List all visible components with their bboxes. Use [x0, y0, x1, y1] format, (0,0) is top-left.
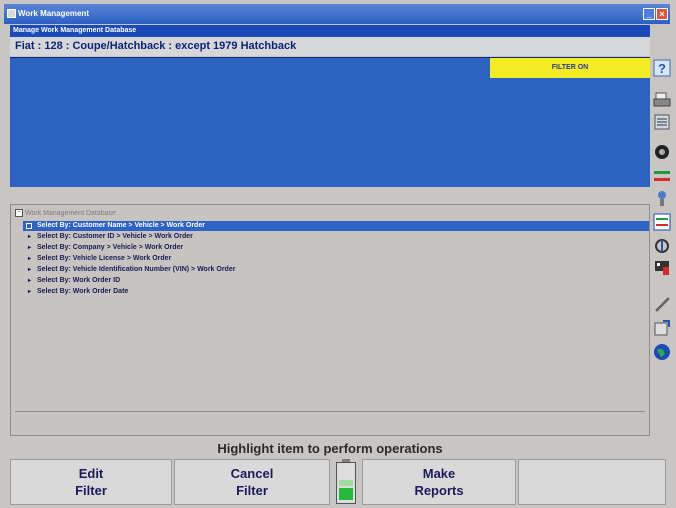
bullet-icon: ▸ [28, 245, 32, 251]
tree-item-vin[interactable]: ▸ Select By: Vehicle Identification Numb… [23, 265, 649, 275]
right-toolbar: ? [653, 57, 673, 369]
tools-icon[interactable] [653, 295, 671, 313]
tree-item-label: Select By: Customer Name > Vehicle > Wor… [37, 222, 205, 229]
help-icon[interactable]: ? [653, 59, 671, 77]
tree-item-label: Select By: Vehicle Identification Number… [37, 266, 236, 273]
svg-text:?: ? [658, 61, 666, 76]
title-bar: Work Management _ × [4, 4, 670, 24]
caster-icon[interactable] [653, 213, 671, 231]
tree-item-customer-id[interactable]: ▸ Select By: Customer ID > Vehicle > Wor… [23, 232, 649, 242]
tree-root[interactable]: − Work Management Database [15, 209, 116, 218]
status-prompt: Highlight item to perform operations [217, 441, 443, 456]
info-panel: FILTER ON [10, 57, 650, 187]
bullet-icon: ▸ [28, 289, 32, 295]
minimize-icon[interactable]: _ [643, 8, 655, 20]
tree-item-customer-name[interactable]: Select By: Customer Name > Vehicle > Wor… [23, 221, 649, 231]
tree-item-label: Select By: Customer ID > Vehicle > Work … [37, 233, 193, 240]
screen-subtitle: Manage Work Management Database [10, 25, 650, 37]
vehicle-spec-icon[interactable] [653, 113, 671, 131]
battery-icon [332, 459, 360, 505]
cancel-filter-button[interactable]: Cancel Filter [174, 459, 330, 505]
printer-icon[interactable] [653, 91, 671, 109]
tree-item-work-order-id[interactable]: ▸ Select By: Work Order ID [23, 276, 649, 286]
flag-icon[interactable] [653, 259, 671, 277]
edit-filter-label: Edit Filter [75, 466, 107, 498]
bullet-icon: ▸ [28, 278, 32, 284]
database-tree: − Work Management Database Select By: Cus… [10, 204, 650, 436]
empty-softkey[interactable] [518, 459, 666, 505]
collapse-icon[interactable]: − [15, 209, 23, 218]
divider [15, 411, 645, 412]
selection-icon [26, 223, 32, 229]
tree-item-label: Select By: Company > Vehicle > Work Orde… [37, 244, 184, 251]
alignment-icon[interactable] [653, 167, 671, 185]
app-icon [7, 9, 16, 18]
tree-item-label: Select By: Work Order Date [37, 288, 129, 295]
vehicle-spec-title: Fiat : 128 : Coupe/Hatchback : except 19… [10, 37, 650, 56]
tree-item-label: Select By: Work Order ID [37, 277, 121, 284]
softkey-bar: Edit Filter Cancel Filter Make Reports [10, 459, 666, 505]
edit-filter-button[interactable]: Edit Filter [10, 459, 172, 505]
wheel-icon[interactable] [653, 143, 671, 161]
tree-item-vehicle-license[interactable]: ▸ Select By: Vehicle License > Work Orde… [23, 254, 649, 264]
tree-item-company[interactable]: ▸ Select By: Company > Vehicle > Work Or… [23, 243, 649, 253]
globe-icon[interactable] [653, 343, 671, 361]
bullet-icon: ▸ [28, 256, 32, 262]
adjust-icon[interactable] [653, 237, 671, 255]
window-title: Work Management [18, 9, 89, 18]
filter-status-badge: FILTER ON [490, 58, 650, 78]
bullet-icon: ▸ [28, 234, 32, 240]
tree-item-work-order-date[interactable]: ▸ Select By: Work Order Date [23, 287, 649, 297]
cancel-filter-label: Cancel Filter [230, 466, 274, 498]
export-icon[interactable] [653, 319, 671, 337]
tree-item-label: Select By: Vehicle License > Work Order [37, 255, 172, 262]
sensor-icon[interactable] [653, 189, 671, 207]
bullet-icon: ▸ [28, 267, 32, 273]
make-reports-label: Make Reports [414, 466, 464, 498]
tree-root-label: Work Management Database [25, 210, 116, 217]
close-icon[interactable]: × [656, 8, 668, 20]
make-reports-button[interactable]: Make Reports [362, 459, 516, 505]
